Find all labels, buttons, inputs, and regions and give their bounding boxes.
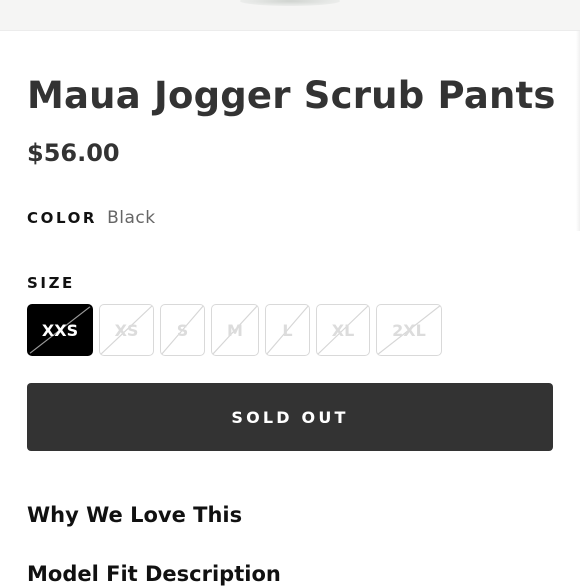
size-option-label: XS (114, 320, 139, 340)
color-value: Black (107, 208, 156, 228)
size-option-xs[interactable]: XS (99, 304, 154, 356)
size-label: SIZE (27, 274, 75, 292)
size-option-label: 2XL (392, 320, 426, 340)
size-option-s[interactable]: S (160, 304, 205, 356)
scrollbar-edge (576, 31, 580, 231)
product-price: $56.00 (27, 139, 120, 167)
size-option-xl[interactable]: XL (316, 304, 370, 356)
accordion-model-fit-description[interactable]: Model Fit Description (27, 562, 281, 586)
size-option-2xl[interactable]: 2XL (376, 304, 442, 356)
accordion-why-we-love-this[interactable]: Why We Love This (27, 503, 242, 527)
color-selector: COLOR Black (27, 208, 156, 228)
product-image-shadow (240, 0, 340, 6)
size-option-label: L (282, 320, 293, 340)
color-label: COLOR (27, 209, 98, 227)
product-image-bottom (0, 0, 580, 31)
size-option-xxs[interactable]: XXS (27, 304, 93, 356)
size-option-label: M (227, 320, 243, 340)
size-option-m[interactable]: M (211, 304, 259, 356)
sold-out-button[interactable]: SOLD OUT (27, 383, 553, 451)
size-option-label: XL (331, 320, 355, 340)
size-option-l[interactable]: L (265, 304, 310, 356)
product-title: Maua Jogger Scrub Pants (27, 74, 556, 117)
size-option-label: S (176, 320, 189, 340)
size-option-label: XXS (41, 320, 79, 340)
